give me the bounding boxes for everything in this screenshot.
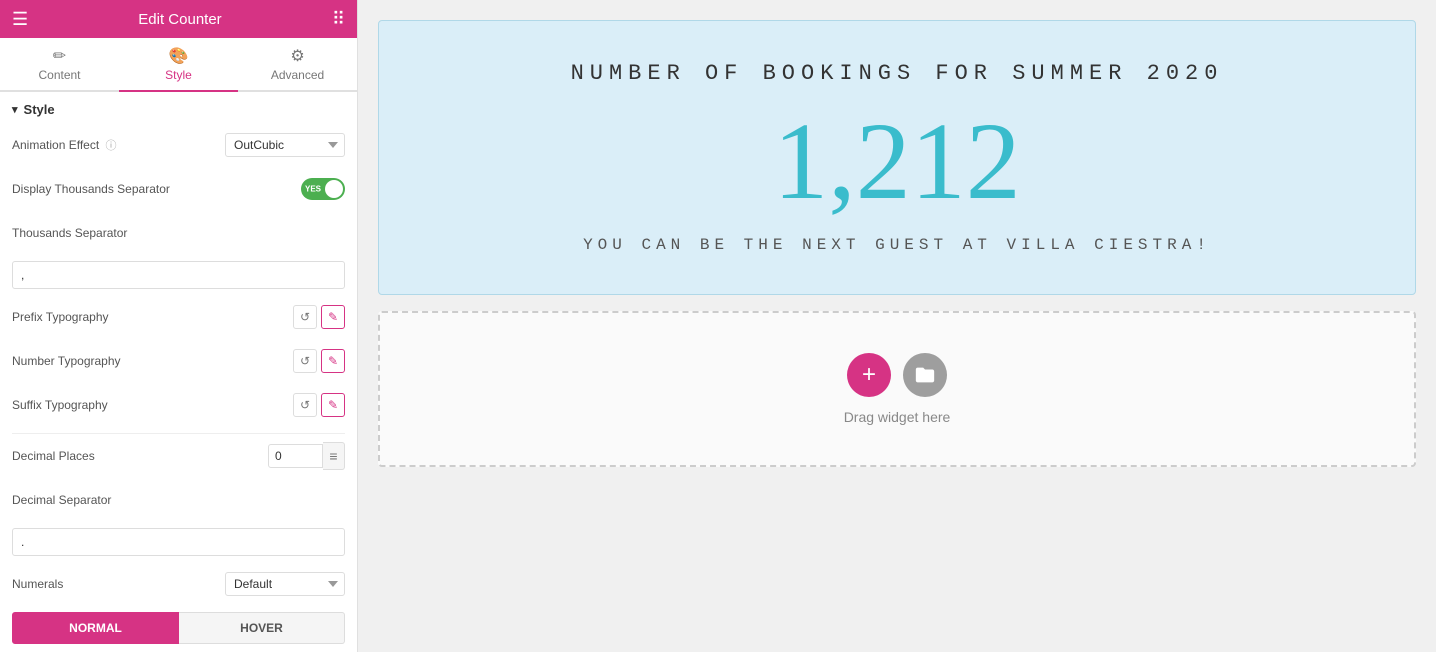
panel-header: ☰ Edit Counter ⠿ xyxy=(0,0,357,38)
tab-advanced[interactable]: ⚙ Advanced xyxy=(238,38,357,92)
suffix-typography-refresh[interactable]: ↺ xyxy=(293,393,317,417)
numerals-select[interactable]: Default Arabic Persian Hindi xyxy=(225,572,345,596)
add-widget-button[interactable]: + xyxy=(847,353,891,397)
counter-widget: NUMBER OF BOOKINGS FOR SUMMER 2020 1,212… xyxy=(378,20,1416,295)
style-icon: 🎨 xyxy=(169,46,189,66)
drop-text: Drag widget here xyxy=(844,409,951,425)
state-tabs: NORMAL HOVER xyxy=(12,612,345,644)
content-icon: ✏ xyxy=(53,46,66,66)
panel-content: ▾ Style Animation Effect ⓘ OutCubic Line… xyxy=(0,92,357,652)
suffix-typography-controls: ↺ ✎ xyxy=(293,393,345,417)
decimal-separator-input[interactable] xyxy=(12,528,345,556)
drop-zone-icons: + xyxy=(847,353,947,397)
decimal-separator-label: Decimal Separator xyxy=(12,493,345,507)
tab-content[interactable]: ✏ Content xyxy=(0,38,119,92)
prefix-typography-row: Prefix Typography ↺ ✎ xyxy=(12,301,345,333)
animation-effect-select[interactable]: OutCubic Linear EaseIn EaseOut InCubic xyxy=(225,133,345,157)
animation-effect-row: Animation Effect ⓘ OutCubic Linear EaseI… xyxy=(12,129,345,161)
decimal-places-row: Decimal Places ≡ xyxy=(12,440,345,472)
suffix-typography-label: Suffix Typography xyxy=(12,398,293,412)
section-chevron[interactable]: ▾ xyxy=(12,103,18,116)
thousands-separator-input-wrapper xyxy=(12,261,345,289)
counter-title: NUMBER OF BOOKINGS FOR SUMMER 2020 xyxy=(409,61,1385,86)
decimal-places-control: ≡ xyxy=(268,442,345,470)
prefix-typography-label: Prefix Typography xyxy=(12,310,293,324)
tab-style[interactable]: 🎨 Style xyxy=(119,38,238,92)
tab-advanced-label: Advanced xyxy=(271,68,324,82)
section-title: Style xyxy=(24,102,55,117)
advanced-icon: ⚙ xyxy=(290,46,304,66)
animation-info-icon: ⓘ xyxy=(106,140,117,152)
right-area: NUMBER OF BOOKINGS FOR SUMMER 2020 1,212… xyxy=(358,0,1436,652)
hamburger-icon[interactable]: ☰ xyxy=(12,9,28,30)
number-typography-label: Number Typography xyxy=(12,354,293,368)
thousands-separator-label: Display Thousands Separator xyxy=(12,182,301,196)
widget-library-button[interactable] xyxy=(903,353,947,397)
decimal-places-stepper[interactable]: ≡ xyxy=(323,442,345,470)
prefix-typography-controls: ↺ ✎ xyxy=(293,305,345,329)
state-tab-normal[interactable]: NORMAL xyxy=(12,612,179,644)
prefix-typography-refresh[interactable]: ↺ xyxy=(293,305,317,329)
drop-zone: + Drag widget here xyxy=(378,311,1416,467)
animation-effect-control: OutCubic Linear EaseIn EaseOut InCubic xyxy=(225,133,345,157)
counter-number: 1,212 xyxy=(409,106,1385,216)
decimal-separator-row: Decimal Separator xyxy=(12,484,345,516)
panel-title: Edit Counter xyxy=(138,11,221,28)
thousands-separator-row: Display Thousands Separator xyxy=(12,173,345,205)
divider-1 xyxy=(12,433,345,434)
tab-content-label: Content xyxy=(38,68,80,82)
numerals-row: Numerals Default Arabic Persian Hindi xyxy=(12,568,345,600)
number-typography-controls: ↺ ✎ xyxy=(293,349,345,373)
thousands-separator-input[interactable] xyxy=(12,261,345,289)
tab-bar: ✏ Content 🎨 Style ⚙ Advanced xyxy=(0,38,357,92)
number-typography-refresh[interactable]: ↺ xyxy=(293,349,317,373)
suffix-typography-row: Suffix Typography ↺ ✎ xyxy=(12,389,345,421)
number-typography-edit[interactable]: ✎ xyxy=(321,349,345,373)
thousands-separator-toggle-wrapper xyxy=(301,178,345,200)
tab-style-label: Style xyxy=(165,68,192,82)
thousands-separator-input-row: Thousands Separator xyxy=(12,217,345,249)
decimal-places-input[interactable] xyxy=(268,444,323,468)
prefix-typography-edit[interactable]: ✎ xyxy=(321,305,345,329)
state-tab-hover[interactable]: HOVER xyxy=(179,612,345,644)
thousands-separator-input-label: Thousands Separator xyxy=(12,226,345,240)
number-typography-row: Number Typography ↺ ✎ xyxy=(12,345,345,377)
animation-effect-label: Animation Effect ⓘ xyxy=(12,137,225,153)
counter-subtitle: YOU CAN BE THE NEXT GUEST AT VILLA CIEST… xyxy=(409,236,1385,254)
thousands-separator-toggle[interactable] xyxy=(301,178,345,200)
grid-icon[interactable]: ⠿ xyxy=(332,9,345,30)
numerals-label: Numerals xyxy=(12,577,225,591)
left-panel: ☰ Edit Counter ⠿ ✏ Content 🎨 Style ⚙ Adv… xyxy=(0,0,358,652)
decimal-places-label: Decimal Places xyxy=(12,449,268,463)
numerals-control: Default Arabic Persian Hindi xyxy=(225,572,345,596)
suffix-typography-edit[interactable]: ✎ xyxy=(321,393,345,417)
decimal-separator-input-wrapper xyxy=(12,528,345,556)
folder-icon xyxy=(914,364,936,386)
style-section-header: ▾ Style xyxy=(12,102,345,117)
